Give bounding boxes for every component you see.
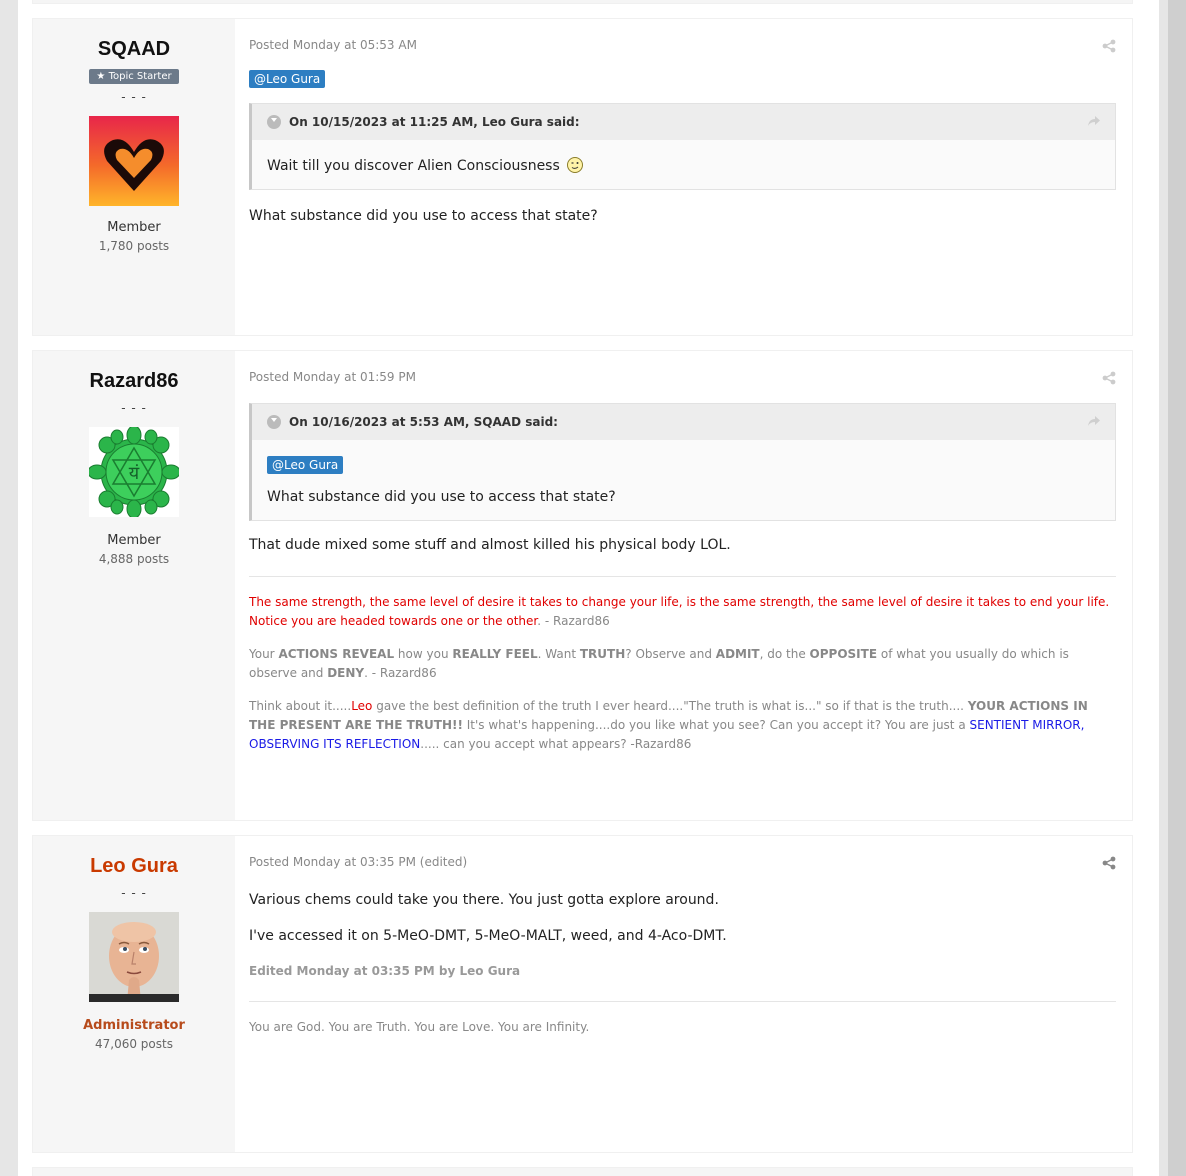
wink-emoji-icon bbox=[567, 157, 584, 173]
share-icon[interactable] bbox=[1102, 371, 1116, 385]
post-date[interactable]: Posted Monday at 03:35 PM (edited) bbox=[249, 855, 1116, 871]
sig-text: Think about it..... bbox=[249, 699, 352, 713]
post-content: Posted Monday at 05:53 AM @Leo Gura On 1… bbox=[249, 19, 1116, 335]
edited-note: Edited Monday at 03:35 PM by Leo Gura bbox=[249, 964, 521, 978]
author-role: Member bbox=[107, 220, 161, 235]
sig-text: how you bbox=[394, 647, 453, 661]
post-content: Posted Monday at 03:35 PM (edited) Vario… bbox=[249, 836, 1116, 1152]
sig-text: , do the bbox=[759, 647, 810, 661]
quote-citation[interactable]: On 10/15/2023 at 11:25 AM, Leo Gura said… bbox=[289, 115, 580, 129]
sig-text: ? Observe and bbox=[625, 647, 716, 661]
quote-block: On 10/16/2023 at 5:53 AM, SQAAD said: @L… bbox=[249, 403, 1116, 521]
quote-block: On 10/15/2023 at 11:25 AM, Leo Gura said… bbox=[249, 103, 1116, 190]
author-dashes: - - - bbox=[121, 90, 147, 104]
sig-bold: TRUTH bbox=[579, 647, 626, 661]
signature-divider bbox=[249, 576, 1116, 577]
quote-text: Wait till you discover Alien Consciousne… bbox=[267, 158, 560, 174]
author-name[interactable]: Razard86 bbox=[33, 370, 235, 396]
sig-bold: REALLY FEEL bbox=[452, 647, 538, 661]
quote-share-icon[interactable] bbox=[1087, 115, 1101, 127]
sig-bold: ACTIONS REVEAL bbox=[278, 647, 395, 661]
post-razard86: Razard86 - - - यं Member 4,888 posts Pos… bbox=[32, 350, 1133, 821]
topic-starter-badge: ★ Topic Starter bbox=[89, 69, 179, 84]
avatar[interactable] bbox=[89, 912, 179, 1002]
author-name[interactable]: Leo Gura bbox=[33, 855, 235, 881]
post-content: Posted Monday at 01:59 PM On 10/16/2023 … bbox=[249, 351, 1116, 820]
signature-line-3: Think about it.....Leo gave the best def… bbox=[249, 697, 1116, 754]
post-count: 4,888 posts bbox=[98, 552, 170, 566]
post-body-line-1: Various chems could take you there. You … bbox=[249, 892, 719, 908]
quote-body: Wait till you discover Alien Consciousne… bbox=[252, 140, 1115, 189]
heart-hands-avatar bbox=[89, 116, 179, 206]
avatar[interactable]: यं bbox=[89, 427, 179, 517]
author-panel: Leo Gura - - - Administrator 47,060 post… bbox=[33, 836, 235, 1152]
signature: You are God. You are Truth. You are Love… bbox=[249, 1020, 590, 1034]
sig-text: Your bbox=[249, 647, 279, 661]
author-role: Member bbox=[107, 533, 161, 548]
quote-share-icon[interactable] bbox=[1087, 415, 1101, 427]
sig-text: ..... can you accept what appears? -Raza… bbox=[420, 737, 692, 751]
post-date[interactable]: Posted Monday at 01:59 PM bbox=[249, 370, 1116, 386]
sig-red-text: The same strength, the same level of des… bbox=[249, 595, 1110, 628]
post-body: What substance did you use to access tha… bbox=[249, 208, 598, 224]
signature-line-2: Your ACTIONS REVEAL how you REALLY FEEL.… bbox=[249, 645, 1116, 683]
post-sqaad: SQAAD ★ Topic Starter - - - Member 1,780… bbox=[32, 18, 1133, 336]
star-icon: ★ bbox=[96, 71, 109, 82]
avatar[interactable] bbox=[89, 116, 179, 206]
sig-bold: ADMIT bbox=[715, 647, 760, 661]
post-leo-gura: Leo Gura - - - Administrator 47,060 post… bbox=[32, 835, 1133, 1153]
badge-label: Topic Starter bbox=[108, 71, 172, 82]
quote-citation[interactable]: On 10/16/2023 at 5:53 AM, SQAAD said: bbox=[289, 415, 558, 429]
chevron-down-icon[interactable] bbox=[267, 115, 281, 129]
sig-bold: DENY bbox=[327, 666, 365, 680]
man-portrait-avatar bbox=[89, 912, 179, 1002]
sig-text: It's what's happening....do you like wha… bbox=[462, 718, 970, 732]
sig-text: . - Razard86 bbox=[364, 666, 437, 680]
author-role: Administrator bbox=[83, 1018, 185, 1033]
signature-divider bbox=[249, 1001, 1116, 1002]
author-dashes: - - - bbox=[121, 886, 147, 900]
quote-header: On 10/16/2023 at 5:53 AM, SQAAD said: bbox=[252, 404, 1115, 440]
heart-chakra-avatar: यं bbox=[89, 427, 179, 517]
svg-text:यं: यं bbox=[129, 463, 140, 484]
previous-post-edge bbox=[32, 0, 1133, 4]
post-body-line-2: I've accessed it on 5-MeO-DMT, 5-MeO-MAL… bbox=[249, 928, 727, 944]
quote-header: On 10/15/2023 at 11:25 AM, Leo Gura said… bbox=[252, 104, 1115, 140]
post-body: That dude mixed some stuff and almost ki… bbox=[249, 537, 731, 553]
author-dashes: - - - bbox=[121, 401, 147, 415]
share-icon[interactable] bbox=[1102, 856, 1116, 870]
share-icon[interactable] bbox=[1102, 39, 1116, 53]
forum-page: SQAAD ★ Topic Starter - - - Member 1,780… bbox=[18, 0, 1159, 1176]
signature-line-1: The same strength, the same level of des… bbox=[249, 593, 1116, 631]
chevron-down-icon[interactable] bbox=[267, 415, 281, 429]
sig-bold: OPPOSITE bbox=[809, 647, 878, 661]
quote-text: What substance did you use to access tha… bbox=[267, 489, 616, 505]
scrollbar[interactable] bbox=[1168, 0, 1186, 1176]
author-name[interactable]: SQAAD bbox=[33, 38, 235, 64]
author-panel: Razard86 - - - यं Member 4,888 posts bbox=[33, 351, 235, 820]
quote-body: @Leo Gura What substance did you use to … bbox=[252, 440, 1115, 520]
post-date[interactable]: Posted Monday at 05:53 AM bbox=[249, 38, 1116, 54]
mention-link[interactable]: @Leo Gura bbox=[267, 456, 344, 474]
author-panel: SQAAD ★ Topic Starter - - - Member 1,780… bbox=[33, 19, 235, 335]
sig-text: . Want bbox=[537, 647, 580, 661]
post-count: 1,780 posts bbox=[98, 239, 170, 253]
post-count: 47,060 posts bbox=[95, 1037, 173, 1051]
next-post-edge bbox=[32, 1167, 1133, 1176]
mention-link[interactable]: @Leo Gura bbox=[249, 70, 326, 88]
sig-text: . - Razard86 bbox=[537, 614, 610, 628]
sig-red-text: Leo bbox=[351, 699, 373, 713]
sig-text: gave the best definition of the truth I … bbox=[372, 699, 968, 713]
